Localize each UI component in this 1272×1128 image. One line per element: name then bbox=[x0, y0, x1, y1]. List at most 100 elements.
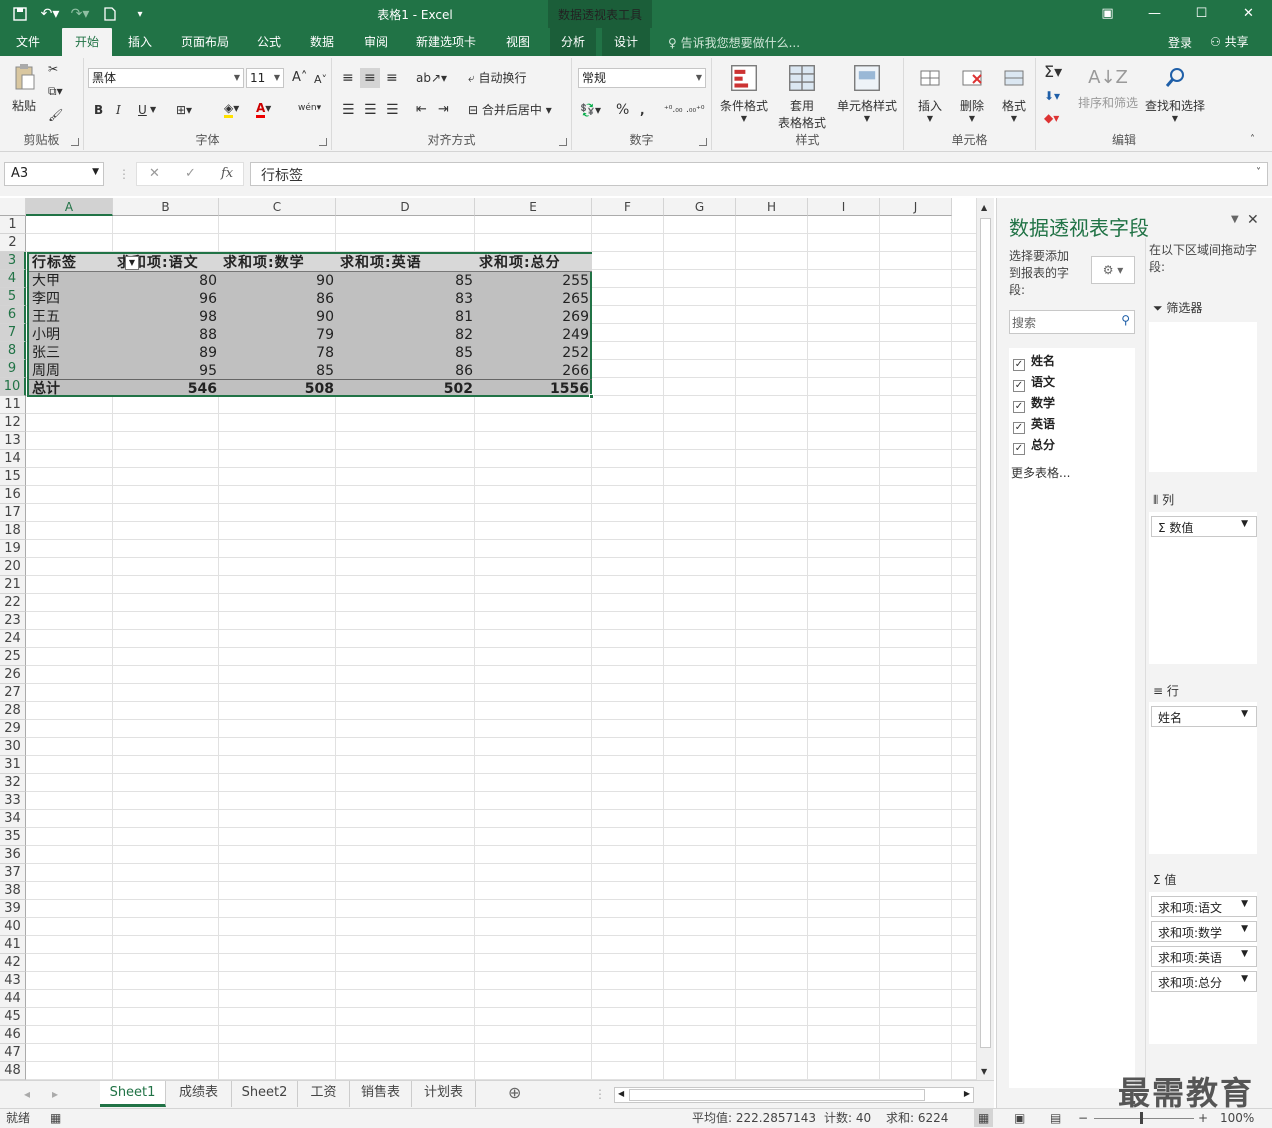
ribbon-display-icon[interactable]: ▣ bbox=[1084, 0, 1131, 26]
row-header[interactable]: 36 bbox=[0, 846, 26, 864]
tab-insert[interactable]: 插入 bbox=[116, 28, 164, 56]
shrink-font-button[interactable]: A˅ bbox=[314, 70, 327, 90]
maximize-icon[interactable]: ☐ bbox=[1178, 0, 1225, 26]
cancel-icon[interactable]: ✕ bbox=[149, 166, 160, 181]
increase-indent-icon[interactable]: ⇥ bbox=[438, 100, 449, 120]
row-header[interactable]: 12 bbox=[0, 414, 26, 432]
zoom-out-icon[interactable]: − bbox=[1078, 1109, 1088, 1127]
field-item[interactable]: ✓ 数学 bbox=[1013, 394, 1055, 413]
pivot-cell[interactable]: 96 bbox=[114, 290, 220, 308]
name-box[interactable]: A3 ▼ bbox=[4, 162, 104, 186]
pivot-cell[interactable]: 89 bbox=[114, 344, 220, 362]
decrease-decimal-icon[interactable]: .₀₀⁺⁰ bbox=[686, 100, 704, 120]
pane-close-icon[interactable]: ✕ bbox=[1247, 210, 1259, 230]
pivot-cell[interactable]: 80 bbox=[114, 272, 220, 290]
row-header[interactable]: 26 bbox=[0, 666, 26, 684]
clear-icon[interactable]: ◆▾ bbox=[1044, 108, 1059, 128]
font-launcher-icon[interactable] bbox=[319, 138, 327, 146]
expand-formula-icon[interactable]: ˅ bbox=[1256, 167, 1261, 178]
page-break-view-icon[interactable]: ▤ bbox=[1050, 1109, 1061, 1127]
next-sheet-icon[interactable]: ▸ bbox=[52, 1084, 58, 1104]
pivot-header-cell[interactable]: 求和项:英语 bbox=[337, 254, 476, 272]
column-header[interactable]: E bbox=[475, 198, 592, 216]
align-top-icon[interactable]: ≡ bbox=[342, 68, 354, 88]
pivot-cell[interactable]: 265 bbox=[476, 290, 592, 308]
format-painter-icon[interactable]: 🖌 bbox=[48, 108, 63, 122]
pivot-cell[interactable]: 252 bbox=[476, 344, 592, 362]
save-icon[interactable] bbox=[8, 3, 32, 25]
pivot-cell[interactable]: 88 bbox=[114, 326, 220, 344]
row-header[interactable]: 29 bbox=[0, 720, 26, 738]
row-header[interactable]: 35 bbox=[0, 828, 26, 846]
row-header[interactable]: 17 bbox=[0, 504, 26, 522]
prev-sheet-icon[interactable]: ◂ bbox=[24, 1084, 30, 1104]
row-header[interactable]: 8 bbox=[0, 342, 26, 360]
vertical-scrollbar[interactable]: ▲ ▼ bbox=[976, 198, 994, 1080]
sheet-tab[interactable]: Sheet1 bbox=[100, 1081, 166, 1107]
minimize-icon[interactable]: — bbox=[1131, 0, 1178, 26]
column-header[interactable]: C bbox=[219, 198, 336, 216]
font-name-select[interactable]: 黑体 ▼ bbox=[88, 68, 244, 88]
phonetic-icon[interactable]: wén▾ bbox=[298, 98, 321, 118]
tab-page-layout[interactable]: 页面布局 bbox=[170, 28, 240, 56]
collapse-ribbon-icon[interactable]: ˄ bbox=[1250, 130, 1255, 150]
normal-view-icon[interactable]: ▦ bbox=[974, 1109, 994, 1127]
enter-icon[interactable]: ✓ bbox=[185, 166, 196, 181]
row-header[interactable]: 39 bbox=[0, 900, 26, 918]
row-header[interactable]: 31 bbox=[0, 756, 26, 774]
row-header[interactable]: 28 bbox=[0, 702, 26, 720]
fill-icon[interactable]: ⬇▾ bbox=[1044, 86, 1060, 106]
row-header[interactable]: 23 bbox=[0, 612, 26, 630]
font-size-select[interactable]: 11 ▼ bbox=[246, 68, 284, 88]
pivot-cell[interactable]: 大甲 bbox=[29, 272, 114, 290]
number-launcher-icon[interactable] bbox=[699, 138, 707, 146]
paste-button[interactable]: 粘贴 bbox=[6, 62, 42, 114]
field-item[interactable]: ✓ 英语 bbox=[1013, 415, 1055, 434]
pivot-total-cell[interactable]: 总计 bbox=[29, 380, 114, 398]
page-layout-view-icon[interactable]: ▣ bbox=[1014, 1109, 1025, 1127]
pivot-cell[interactable]: 85 bbox=[220, 362, 337, 380]
field-item[interactable]: ✓ 语文 bbox=[1013, 373, 1055, 392]
row-header[interactable]: 18 bbox=[0, 522, 26, 540]
row-header[interactable]: 34 bbox=[0, 810, 26, 828]
filter-area[interactable] bbox=[1149, 322, 1257, 472]
format-as-table-button[interactable]: 套用 表格格式 bbox=[772, 62, 832, 131]
row-header[interactable]: 15 bbox=[0, 468, 26, 486]
checkbox-icon[interactable]: ✓ bbox=[1013, 422, 1025, 434]
values-item[interactable]: 求和项:语文 ▼ bbox=[1151, 896, 1257, 917]
values-item[interactable]: 求和项:英语 ▼ bbox=[1151, 946, 1257, 967]
tab-review[interactable]: 审阅 bbox=[352, 28, 400, 56]
copy-icon[interactable]: ⧉▾ bbox=[48, 84, 63, 99]
vertical-scroll-thumb[interactable] bbox=[980, 218, 991, 1048]
tools-gear-icon[interactable]: ⚙ ▾ bbox=[1091, 256, 1135, 284]
pivot-cell[interactable]: 周周 bbox=[29, 362, 114, 380]
row-header[interactable]: 37 bbox=[0, 864, 26, 882]
pivot-cell[interactable]: 李四 bbox=[29, 290, 114, 308]
checkbox-icon[interactable]: ✓ bbox=[1013, 443, 1025, 455]
pivot-total-cell[interactable]: 508 bbox=[220, 380, 337, 398]
pivot-cell[interactable]: 79 bbox=[220, 326, 337, 344]
insert-function-icon[interactable]: fx bbox=[221, 166, 233, 181]
fill-handle[interactable] bbox=[589, 394, 594, 399]
scroll-left-icon[interactable]: ◀ bbox=[618, 1089, 624, 1098]
merge-center-button[interactable]: ⊟ 合并后居中 ▾ bbox=[468, 100, 552, 120]
zoom-slider[interactable] bbox=[1094, 1118, 1194, 1119]
increase-decimal-icon[interactable]: ⁺⁰.₀₀ bbox=[664, 100, 682, 120]
pivot-cell[interactable]: 86 bbox=[220, 290, 337, 308]
checkbox-icon[interactable]: ✓ bbox=[1013, 401, 1025, 413]
align-center-icon[interactable]: ☰ bbox=[364, 100, 377, 120]
number-format-select[interactable]: 常规 ▼ bbox=[578, 68, 706, 88]
cut-icon[interactable]: ✂ bbox=[48, 62, 58, 76]
column-header[interactable]: A bbox=[26, 198, 113, 216]
pane-options-chevron-icon[interactable]: ▼ bbox=[1231, 210, 1239, 230]
pivot-header-cell[interactable]: 行标签 bbox=[29, 254, 114, 272]
pivot-total-cell[interactable]: 1556 bbox=[476, 380, 592, 398]
row-header[interactable]: 47 bbox=[0, 1044, 26, 1062]
row-label-filter-icon[interactable]: ▼ bbox=[125, 256, 139, 270]
pivot-cell[interactable]: 小明 bbox=[29, 326, 114, 344]
sort-filter-button[interactable]: A↓Z 排序和筛选 bbox=[1076, 62, 1140, 111]
row-header[interactable]: 3 bbox=[0, 252, 26, 270]
pivot-cell[interactable]: 82 bbox=[337, 326, 476, 344]
values-item[interactable]: 求和项:总分 ▼ bbox=[1151, 971, 1257, 992]
horizontal-scroll-thumb[interactable] bbox=[629, 1089, 925, 1101]
